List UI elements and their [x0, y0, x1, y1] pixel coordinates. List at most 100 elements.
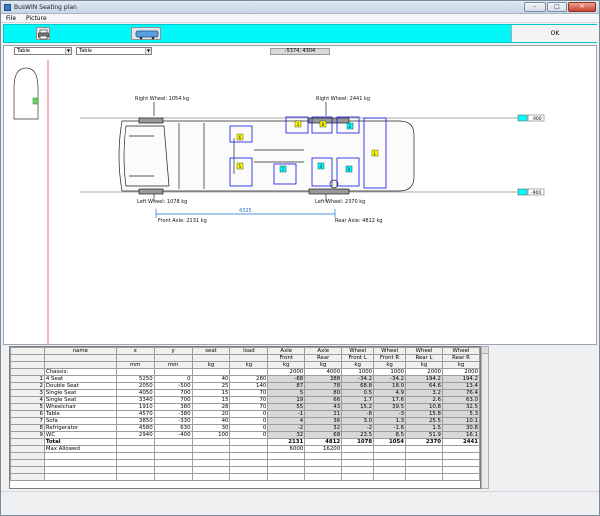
value-cell[interactable]: 15.8	[405, 410, 443, 418]
value-cell[interactable]: -3	[373, 410, 407, 418]
item-name-cell[interactable]: Sofa	[43, 417, 117, 425]
empty-cell[interactable]	[304, 473, 343, 481]
minimize-button[interactable]: –	[524, 2, 546, 12]
value-cell[interactable]: 3.2	[405, 389, 443, 397]
value-cell[interactable]: 100	[191, 431, 231, 439]
empty-cell[interactable]	[341, 459, 375, 467]
empty-cell[interactable]	[373, 473, 407, 481]
table-row[interactable]: 8 Refrigerator 4580 630 30 0 -2 32 -2 -1.6 1.5 30.8	[10, 424, 480, 432]
value-cell[interactable]: 25.5	[405, 417, 443, 425]
value-cell[interactable]: 0	[229, 431, 269, 439]
value-cell[interactable]: 13.4	[441, 382, 480, 390]
empty-cell[interactable]	[304, 459, 343, 467]
empty-cell[interactable]	[341, 473, 375, 481]
empty-cell[interactable]	[153, 459, 193, 467]
grid-scrollbar[interactable]	[481, 346, 489, 489]
table-row[interactable]: 9 WC 2940 -400 100 0 32 68 23.5 8.5 51.9 16.1	[10, 431, 480, 439]
value-cell[interactable]: 700	[153, 389, 193, 397]
item-name-cell[interactable]: Max Allowed	[43, 445, 117, 453]
ok-button[interactable]: OK	[511, 25, 598, 42]
value-cell[interactable]: 4050	[115, 389, 155, 397]
empty-cell[interactable]	[441, 473, 480, 481]
empty-cell[interactable]	[43, 452, 117, 460]
value-cell[interactable]	[191, 438, 231, 446]
empty-cell[interactable]	[267, 466, 306, 474]
value-cell[interactable]: 5	[267, 389, 306, 397]
value-cell[interactable]: 2370	[405, 438, 443, 446]
empty-row[interactable]	[10, 473, 480, 481]
value-cell[interactable]	[191, 368, 231, 376]
value-cell[interactable]: 4	[267, 417, 306, 425]
value-cell[interactable]: 194.2	[441, 375, 480, 383]
item-name-cell[interactable]: Chassis:	[43, 368, 117, 376]
empty-cell[interactable]	[153, 466, 193, 474]
empty-cell[interactable]	[405, 466, 443, 474]
value-cell[interactable]: 1.7	[341, 396, 375, 404]
empty-cell[interactable]	[405, 452, 443, 460]
value-cell[interactable]: -8	[341, 410, 375, 418]
menu-file[interactable]: File	[6, 15, 16, 22]
value-cell[interactable]: 25	[191, 382, 231, 390]
value-cell[interactable]: 32	[304, 424, 343, 432]
empty-cell[interactable]	[43, 466, 117, 474]
value-cell[interactable]: 6000	[267, 445, 306, 453]
value-cell[interactable]: 0	[229, 410, 269, 418]
value-cell[interactable]: 1910	[115, 403, 155, 411]
value-cell[interactable]: 2441	[441, 438, 480, 446]
empty-cell[interactable]	[10, 473, 45, 481]
empty-cell[interactable]	[405, 459, 443, 467]
value-cell[interactable]: 10.1	[441, 417, 480, 425]
value-cell[interactable]: 140	[229, 382, 269, 390]
empty-cell[interactable]	[10, 459, 45, 467]
value-cell[interactable]: 16200	[304, 445, 343, 453]
empty-row[interactable]	[10, 459, 480, 467]
table-row[interactable]: 5 Wheelchair 1910 380 28 70 55 43 15.2 39.5 10.8 32…	[10, 403, 480, 411]
value-cell[interactable]: 78	[304, 382, 343, 390]
value-cell[interactable]: 2000	[267, 368, 306, 376]
empty-cell[interactable]	[191, 459, 231, 467]
empty-cell[interactable]	[115, 459, 155, 467]
value-cell[interactable]	[115, 368, 155, 376]
empty-cell[interactable]	[341, 466, 375, 474]
empty-cell[interactable]	[373, 459, 407, 467]
value-cell[interactable]: 0	[153, 375, 193, 383]
value-cell[interactable]: 32.5	[441, 403, 480, 411]
value-cell[interactable]: -400	[153, 431, 193, 439]
empty-cell[interactable]	[229, 452, 269, 460]
value-cell[interactable]	[229, 445, 269, 453]
value-cell[interactable]: 70	[229, 389, 269, 397]
maximize-button[interactable]: □	[547, 2, 567, 12]
value-cell[interactable]: 68	[304, 431, 343, 439]
menu-picture[interactable]: Picture	[26, 15, 47, 22]
value-cell[interactable]	[115, 438, 155, 446]
empty-cell[interactable]	[229, 459, 269, 467]
value-cell[interactable]: 700	[153, 396, 193, 404]
value-cell[interactable]: 68.8	[341, 382, 375, 390]
value-cell[interactable]: 64.6	[405, 382, 443, 390]
value-cell[interactable]: 76.4	[441, 389, 480, 397]
value-cell[interactable]: 39.5	[373, 403, 407, 411]
empty-row[interactable]	[10, 466, 480, 474]
value-cell[interactable]: 30	[191, 424, 231, 432]
empty-cell[interactable]	[341, 452, 375, 460]
table-row[interactable]: Chassis: 2000 4000 1000 1000 2000 2000	[10, 368, 480, 376]
value-cell[interactable]: 1000	[373, 368, 407, 376]
empty-cell[interactable]	[115, 473, 155, 481]
value-cell[interactable]: 80	[304, 389, 343, 397]
value-cell[interactable]: 17.6	[373, 396, 407, 404]
empty-cell[interactable]	[267, 452, 306, 460]
value-cell[interactable]: 30.8	[441, 424, 480, 432]
empty-cell[interactable]	[229, 473, 269, 481]
table-row[interactable]: Max Allowed 6000 16200	[10, 445, 480, 453]
value-cell[interactable]: 8.5	[373, 431, 407, 439]
value-cell[interactable]: 380	[153, 403, 193, 411]
empty-cell[interactable]	[229, 466, 269, 474]
value-cell[interactable]: 21	[304, 410, 343, 418]
value-cell[interactable]: 5.3	[441, 410, 480, 418]
empty-cell[interactable]	[10, 452, 45, 460]
scroll-up-arrow[interactable]	[482, 347, 488, 354]
value-cell[interactable]: 15	[191, 389, 231, 397]
empty-cell[interactable]	[267, 473, 306, 481]
data-grid[interactable]: name x y seat load Axle Axle Wheel Wheel Wheel Whe…	[9, 346, 481, 489]
empty-cell[interactable]	[191, 466, 231, 474]
